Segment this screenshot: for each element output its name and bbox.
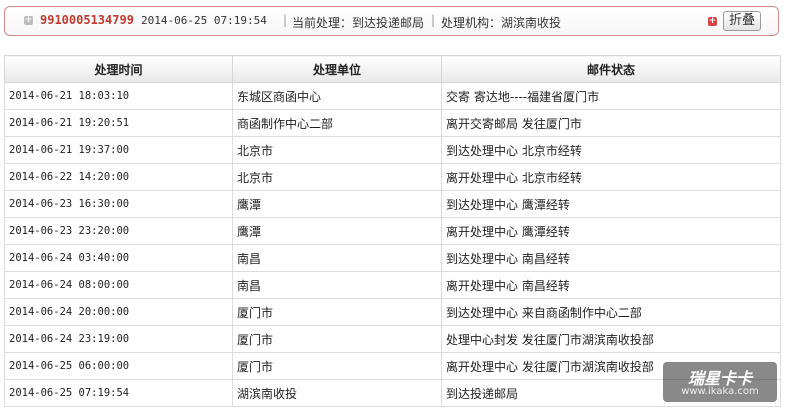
summary-time: 2014-06-25 07:19:54: [141, 14, 267, 27]
table-row: 2014-06-21 18:03:10 东城区商函中心 交寄 寄达地----福建…: [4, 82, 781, 110]
cell-time: 2014-06-21 19:37:00: [4, 136, 233, 164]
separator: |: [431, 13, 436, 27]
tracking-summary-bar: + 9910005134799 2014-06-25 07:19:54 | 当前…: [4, 6, 779, 36]
cell-status: 交寄 寄达地----福建省厦门市: [441, 82, 781, 110]
cell-status: 到达处理中心 南昌经转: [441, 244, 781, 272]
cell-time: 2014-06-21 19:20:51: [4, 109, 233, 137]
column-header-unit: 处理单位: [232, 55, 442, 83]
cell-status: 离开处理中心 北京市经转: [441, 163, 781, 191]
table-row: 2014-06-24 08:00:00 南昌 离开处理中心 南昌经转: [4, 271, 781, 299]
cell-unit: 鹰潭: [232, 190, 442, 218]
column-header-time: 处理时间: [4, 55, 233, 83]
table-row: 2014-06-23 16:30:00 鹰潭 到达处理中心 鹰潭经转: [4, 190, 781, 218]
cell-status: 到达处理中心 来自商函制作中心二部: [441, 298, 781, 326]
cell-time: 2014-06-23 23:20:00: [4, 217, 233, 245]
collapse-button[interactable]: 折叠: [723, 11, 761, 31]
cell-unit: 厦门市: [232, 298, 442, 326]
cell-time: 2014-06-22 14:20:00: [4, 163, 233, 191]
cell-time: 2014-06-25 06:00:00: [4, 352, 233, 380]
cell-unit: 南昌: [232, 244, 442, 272]
watermark-url: www.ikaka.com: [681, 386, 759, 397]
table-row: 2014-06-24 03:40:00 南昌 到达处理中心 南昌经转: [4, 244, 781, 272]
table-row: 2014-06-21 19:37:00 北京市 到达处理中心 北京市经转: [4, 136, 781, 164]
cell-time: 2014-06-24 20:00:00: [4, 298, 233, 326]
close-icon[interactable]: +: [708, 17, 717, 26]
waybill-number: 9910005134799: [40, 13, 134, 27]
cell-unit: 商函制作中心二部: [232, 109, 442, 137]
table-header-row: 处理时间 处理单位 邮件状态: [4, 55, 781, 83]
cell-status: 离开处理中心 鹰潭经转: [441, 217, 781, 245]
expand-icon[interactable]: +: [24, 16, 33, 25]
table-row: 2014-06-21 19:20:51 商函制作中心二部 离开交寄邮局 发往厦门…: [4, 109, 781, 137]
column-header-status: 邮件状态: [441, 55, 781, 83]
current-office: 处理机构：湖滨南收投: [441, 16, 562, 30]
cell-unit: 厦门市: [232, 325, 442, 353]
table-row: 2014-06-24 20:00:00 厦门市 到达处理中心 来自商函制作中心二…: [4, 298, 781, 326]
cell-status: 离开处理中心 南昌经转: [441, 271, 781, 299]
cell-status: 处理中心封发 发往厦门市湖滨南收投部: [441, 325, 781, 353]
cell-time: 2014-06-23 16:30:00: [4, 190, 233, 218]
tracking-table: 处理时间 处理单位 邮件状态 2014-06-21 18:03:10 东城区商函…: [4, 55, 781, 407]
cell-unit: 鹰潭: [232, 217, 442, 245]
cell-time: 2014-06-24 23:19:00: [4, 325, 233, 353]
cell-status: 到达处理中心 北京市经转: [441, 136, 781, 164]
cell-time: 2014-06-24 03:40:00: [4, 244, 233, 272]
cell-unit: 东城区商函中心: [232, 82, 442, 110]
current-status: 当前处理：到达投递邮局: [292, 16, 425, 30]
separator: |: [283, 13, 288, 27]
cell-unit: 北京市: [232, 163, 442, 191]
cell-time: 2014-06-21 18:03:10: [4, 82, 233, 110]
cell-status: 到达处理中心 鹰潭经转: [441, 190, 781, 218]
cell-unit: 厦门市: [232, 352, 442, 380]
cell-time: 2014-06-24 08:00:00: [4, 271, 233, 299]
table-row: 2014-06-23 23:20:00 鹰潭 离开处理中心 鹰潭经转: [4, 217, 781, 245]
cell-time: 2014-06-25 07:19:54: [4, 379, 233, 407]
watermark-logo: 瑞星卡卡 www.ikaka.com: [663, 362, 777, 402]
cell-unit: 湖滨南收投: [232, 379, 442, 407]
cell-unit: 北京市: [232, 136, 442, 164]
table-row: 2014-06-22 14:20:00 北京市 离开处理中心 北京市经转: [4, 163, 781, 191]
cell-unit: 南昌: [232, 271, 442, 299]
cell-status: 离开交寄邮局 发往厦门市: [441, 109, 781, 137]
table-row: 2014-06-24 23:19:00 厦门市 处理中心封发 发往厦门市湖滨南收…: [4, 325, 781, 353]
